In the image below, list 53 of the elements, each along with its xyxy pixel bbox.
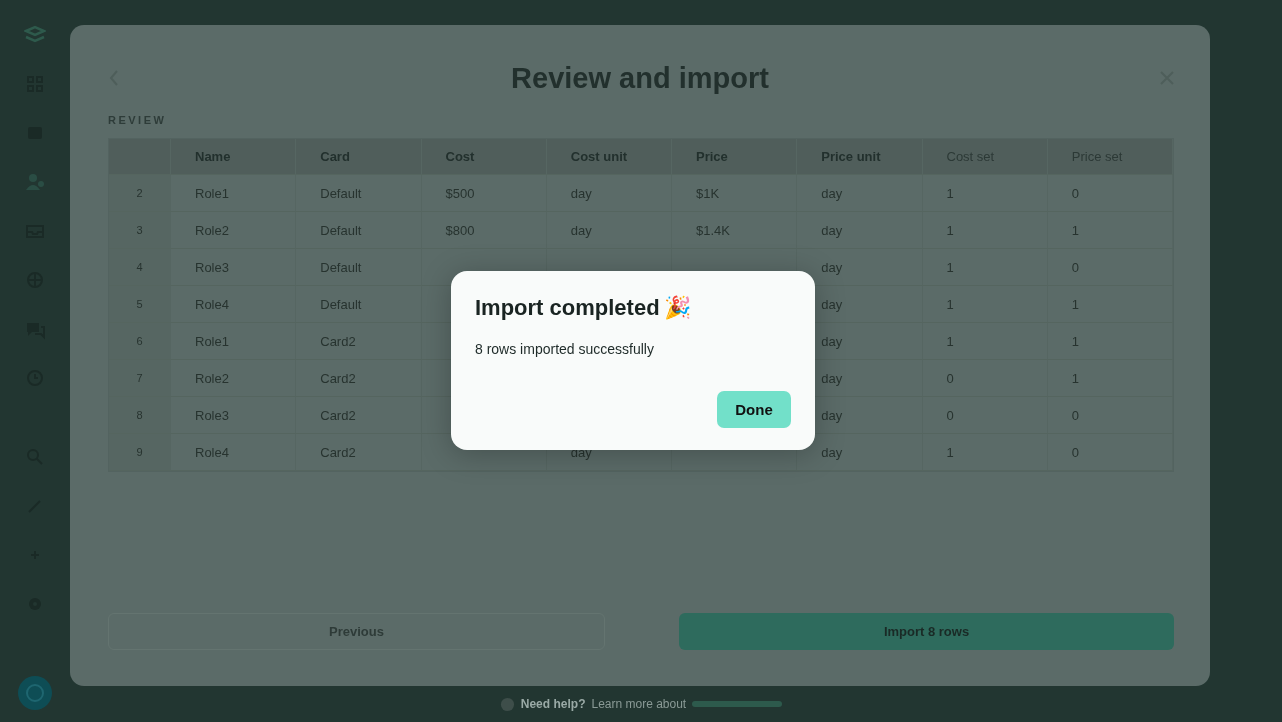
table-cell: day <box>821 370 843 386</box>
table-cell: Role4 <box>195 444 229 460</box>
table-cell: day <box>821 222 843 238</box>
table-cell: $1.4K <box>696 222 730 238</box>
help-icon <box>499 696 515 712</box>
table-cell: 1 <box>1071 222 1079 238</box>
table-cell: $800 <box>445 222 475 238</box>
table-cell: Card2 <box>320 333 356 349</box>
table-cell: day <box>821 333 843 349</box>
table-cell: 1 <box>1071 333 1079 349</box>
table-cell: Role2 <box>195 370 229 386</box>
table-cell: 0 <box>946 407 954 423</box>
table-cell: 0 <box>946 370 954 386</box>
table-cell: 1 <box>946 444 954 460</box>
table-cell: Default <box>320 185 362 201</box>
table-cell: day <box>821 444 843 460</box>
table-cell: Role2 <box>195 222 229 238</box>
modal-title: Review and import <box>510 61 770 95</box>
table-cell: Role3 <box>195 407 229 423</box>
table-cell: Default <box>320 259 362 275</box>
table-cell: Role3 <box>195 259 229 275</box>
table-cell: Default <box>320 222 362 238</box>
table-cell: 1 <box>1071 296 1079 312</box>
help-link[interactable] <box>692 701 783 707</box>
table-cell: 1 <box>1071 370 1079 386</box>
dialog-title: Import completed <box>475 295 660 321</box>
table-cell: Role4 <box>195 296 229 312</box>
table-cell: $500 <box>445 185 475 201</box>
help-question: Need help? <box>520 697 586 711</box>
table-cell: day <box>821 185 843 201</box>
table-cell: day <box>821 296 843 312</box>
party-popper-icon: 🎉 <box>663 295 691 321</box>
table-cell: day <box>821 259 843 275</box>
table-cell: 1 <box>946 259 954 275</box>
table-cell: 1 <box>946 333 954 349</box>
table-cell: Card2 <box>320 444 356 460</box>
import-button[interactable]: Import 8 rows <box>679 613 1174 650</box>
avatar-icon[interactable] <box>16 674 54 712</box>
table-cell: day <box>570 222 592 238</box>
table-cell: Card2 <box>320 407 356 423</box>
dialog-message: 8 rows imported successfully <box>475 341 655 357</box>
done-button[interactable]: Done <box>717 391 791 428</box>
table-cell: 1 <box>946 185 954 201</box>
table-cell: Card2 <box>320 370 356 386</box>
table-cell: 1 <box>946 222 954 238</box>
table-cell: Default <box>320 296 362 312</box>
table-cell: $1K <box>696 185 720 201</box>
help-text: Learn more about <box>591 697 687 711</box>
table-cell: day <box>821 407 843 423</box>
table-cell: 1 <box>946 296 954 312</box>
table-cell: Role1 <box>195 185 229 201</box>
table-cell: day <box>570 185 592 201</box>
table-cell: Role1 <box>195 333 229 349</box>
